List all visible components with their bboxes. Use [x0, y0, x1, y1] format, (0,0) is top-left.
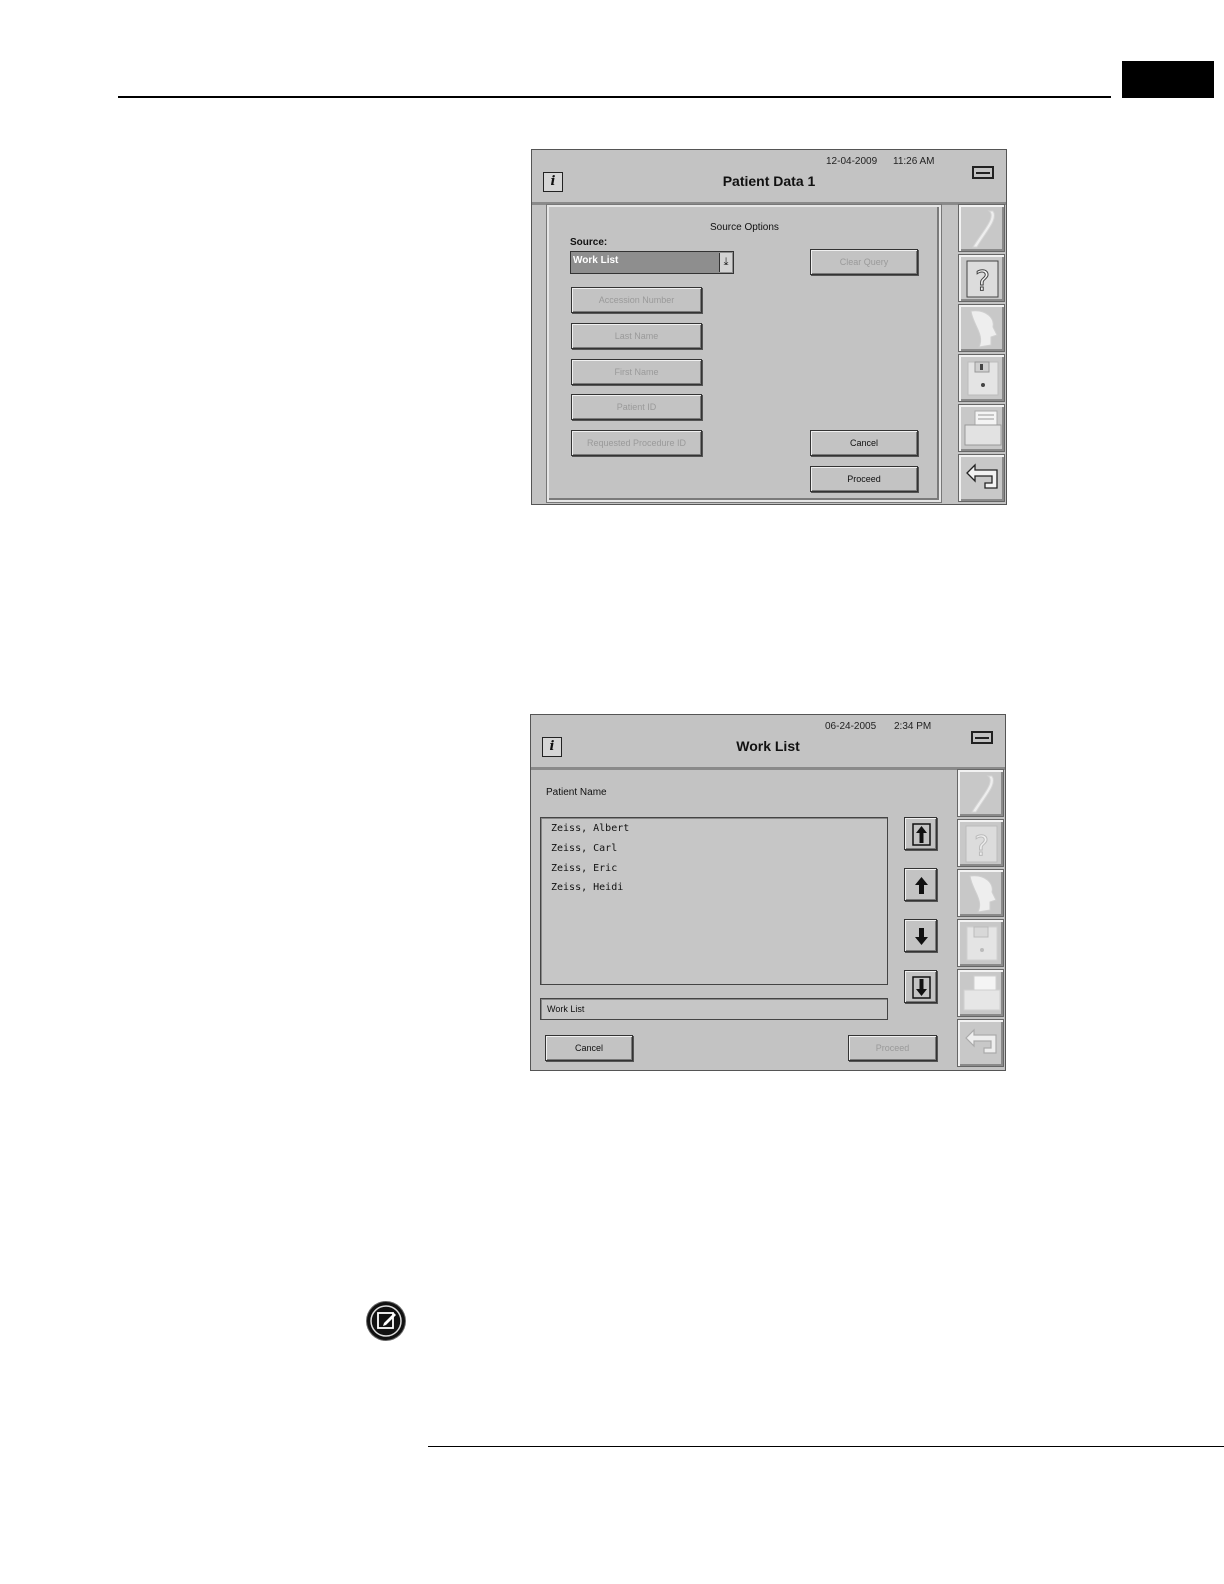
screen-title: Work List [736, 738, 800, 754]
cancel-button[interactable]: Cancel [810, 430, 918, 456]
keyboard-icon[interactable] [972, 166, 994, 179]
sidebar: ? [957, 769, 1005, 1070]
title-bar: 06-24-2005 2:34 PM i Work List [531, 715, 1005, 770]
date-display: 06-24-2005 [825, 721, 877, 732]
svg-text:?: ? [975, 264, 990, 297]
title-bar: 12-04-2009 11:26 AM i Patient Data 1 [532, 150, 1006, 205]
proceed-button[interactable]: Proceed [848, 1035, 937, 1061]
page-tab [1122, 61, 1214, 98]
arrow-up-icon [915, 877, 928, 894]
page-down-button[interactable] [904, 970, 937, 1003]
arrow-down-icon [915, 928, 928, 945]
source-options-dialog: Source Options Source: Work List ⤓ Clear… [547, 205, 941, 502]
patient-list[interactable]: Zeiss, Albert Zeiss, Carl Zeiss, Eric Ze… [540, 817, 888, 985]
patient-id-button[interactable]: Patient ID [571, 394, 702, 420]
help-icon[interactable]: ? [957, 819, 1004, 867]
list-item[interactable]: Zeiss, Eric [551, 863, 617, 874]
source-label: Source: [570, 237, 608, 248]
patient-data-screen: 12-04-2009 11:26 AM i Patient Data 1 Sou… [531, 149, 1007, 505]
dropdown-arrow-icon[interactable]: ⤓ [719, 253, 732, 272]
list-item[interactable]: Zeiss, Carl [551, 843, 617, 854]
source-value: Work List [573, 255, 619, 266]
time-display: 2:34 PM [894, 721, 932, 732]
sidebar: ? [958, 204, 1006, 504]
patient-name-label: Patient Name [546, 787, 607, 798]
page-up-button[interactable] [904, 817, 937, 850]
disk-icon[interactable] [958, 354, 1005, 402]
scroll-up-button[interactable] [904, 868, 937, 901]
clear-query-button[interactable]: Clear Query [810, 249, 918, 275]
first-name-button[interactable]: First Name [571, 359, 702, 385]
work-list-screen: 06-24-2005 2:34 PM i Work List Patient N… [530, 714, 1006, 1071]
disk-icon[interactable] [957, 919, 1004, 967]
page-down-icon [912, 976, 931, 999]
cancel-button[interactable]: Cancel [545, 1035, 633, 1061]
scroll-down-button[interactable] [904, 919, 937, 952]
note-icon [367, 1302, 405, 1340]
list-item[interactable]: Zeiss, Heidi [551, 882, 623, 893]
date-display: 12-04-2009 [826, 156, 878, 167]
pen-icon[interactable] [957, 769, 1004, 817]
time-display: 11:26 AM [893, 156, 935, 167]
footer-rule [428, 1446, 1224, 1447]
accession-number-button[interactable]: Accession Number [571, 287, 702, 313]
proceed-button[interactable]: Proceed [810, 466, 918, 492]
pen-icon[interactable] [958, 204, 1005, 252]
source-field: Work List [540, 998, 888, 1020]
last-name-button[interactable]: Last Name [571, 323, 702, 349]
page-up-icon [912, 823, 931, 846]
svg-text:?: ? [974, 829, 989, 862]
keyboard-icon[interactable] [971, 731, 993, 744]
patient-profile-icon[interactable] [957, 869, 1004, 917]
requested-procedure-id-button[interactable]: Requested Procedure ID [571, 430, 702, 456]
return-icon[interactable] [957, 1019, 1004, 1067]
screen-title: Patient Data 1 [722, 173, 816, 189]
printer-icon[interactable] [958, 404, 1005, 452]
return-icon[interactable] [958, 454, 1005, 502]
dialog-heading: Source Options [710, 222, 779, 233]
printer-icon[interactable] [957, 969, 1004, 1017]
list-item[interactable]: Zeiss, Albert [551, 823, 629, 834]
source-field-value: Work List [547, 1004, 585, 1014]
patient-profile-icon[interactable] [958, 304, 1005, 352]
source-dropdown[interactable]: Work List ⤓ [570, 251, 734, 274]
help-icon[interactable]: ? [958, 254, 1005, 302]
header-rule [118, 96, 1111, 98]
